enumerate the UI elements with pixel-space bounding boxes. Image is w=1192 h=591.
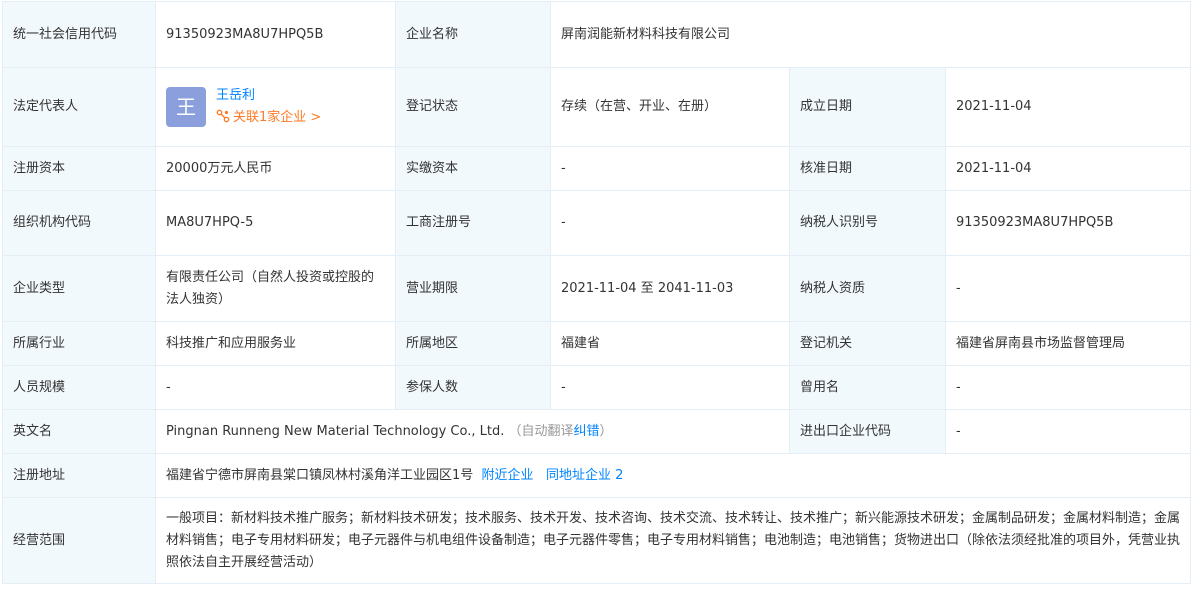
label-reg-status: 登记状态 [395,67,551,147]
value-business-scope: 一般项目：新材料技术推广服务；新材料技术研发；技术服务、技术开发、技术咨询、技术… [154,497,1192,584]
address-text: 福建省宁德市屏南县棠口镇凤林村溪角洋工业园区1号 [166,467,474,483]
row-capital: 注册资本 20000万元人民币 实缴资本 - 核准日期 2021-11-04 [2,146,1192,191]
value-org-code: MA8U7HPQ-5 [155,190,396,256]
label-found-date: 成立日期 [789,67,946,147]
value-biz-term: 2021-11-04 至 2041-11-03 [550,255,790,322]
label-paid-capital: 实缴资本 [395,146,551,191]
label-legal-rep: 法定代表人 [2,67,156,147]
value-company-type: 有限责任公司（自然人投资或控股的法人独资） [155,255,396,322]
value-industry: 科技推广和应用服务业 [155,321,396,366]
value-import-export-code: - [944,409,1192,454]
value-taxpayer-id: 91350923MA8U7HPQ5B [944,190,1192,256]
value-former-name: - [944,365,1192,410]
value-english-name: Pingnan Runneng New Material Technology … [155,409,790,454]
avatar[interactable]: 王 [166,87,206,127]
value-region: 福建省 [550,321,790,366]
label-taxpayer-qual: 纳税人资质 [789,255,946,322]
value-biz-reg-no: - [550,190,790,256]
value-paid-capital: - [550,146,790,191]
label-former-name: 曾用名 [789,365,946,410]
related-companies-label: 关联1家企业 > [233,110,322,125]
value-insured-count: - [550,365,790,410]
value-found-date: 2021-11-04 [944,67,1192,147]
value-approve-date: 2021-11-04 [944,146,1192,191]
label-reg-address: 注册地址 [2,453,156,498]
label-business-scope: 经营范围 [2,497,156,584]
row-business-scope: 经营范围 一般项目：新材料技术推广服务；新材料技术研发；技术服务、技术开发、技术… [2,497,1192,584]
label-industry: 所属行业 [2,321,156,366]
row-org-code: 组织机构代码 MA8U7HPQ-5 工商注册号 - 纳税人识别号 9135092… [2,190,1192,256]
value-reg-address: 福建省宁德市屏南县棠口镇凤林村溪角洋工业园区1号 附近企业 同地址企业 2 [154,453,1192,498]
label-company-type: 企业类型 [2,255,156,322]
correction-link[interactable]: 纠错 [574,424,600,439]
related-companies-link[interactable]: 关联1家企业 > [216,107,321,129]
company-info-table: 统一社会信用代码 91350923MA8U7HPQ5B 企业名称 屏南润能新材料… [2,1,1192,584]
label-company-name: 企业名称 [395,1,551,68]
value-staff-size: - [155,365,396,410]
label-biz-reg-no: 工商注册号 [395,190,551,256]
value-company-name: 屏南润能新材料科技有限公司 [549,1,1192,68]
label-reg-capital: 注册资本 [2,146,156,191]
same-address-companies-link[interactable]: 同地址企业 2 [546,468,623,483]
row-company-type: 企业类型 有限责任公司（自然人投资或控股的法人独资） 营业期限 2021-11-… [2,255,1192,322]
value-reg-capital: 20000万元人民币 [155,146,396,191]
label-insured-count: 参保人数 [395,365,551,410]
value-reg-status: 存续（在营、开业、在册） [550,67,790,147]
auto-translate-prefix: （自动翻译 [508,423,574,439]
value-taxpayer-qual: - [944,255,1192,322]
row-industry: 所属行业 科技推广和应用服务业 所属地区 福建省 登记机关 福建省屏南县市场监督… [2,321,1192,366]
row-address: 注册地址 福建省宁德市屏南县棠口镇凤林村溪角洋工业园区1号 附近企业 同地址企业… [2,453,1192,498]
label-org-code: 组织机构代码 [2,190,156,256]
value-credit-code: 91350923MA8U7HPQ5B [155,1,396,68]
legal-rep-name-link[interactable]: 王岳利 [216,85,321,107]
label-credit-code: 统一社会信用代码 [2,1,156,68]
english-name-text: Pingnan Runneng New Material Technology … [166,423,505,439]
value-legal-rep: 王 王岳利 关联1家企业 > [155,67,396,147]
label-reg-authority: 登记机关 [789,321,946,366]
row-staff: 人员规模 - 参保人数 - 曾用名 - [2,365,1192,410]
relation-icon [216,109,230,123]
row-credit-code: 统一社会信用代码 91350923MA8U7HPQ5B 企业名称 屏南润能新材料… [2,1,1192,68]
row-legal-rep: 法定代表人 王 王岳利 关联1家企业 > 登记状态 存续（在营、开业、在册） 成… [2,67,1192,147]
nearby-companies-link[interactable]: 附近企业 [482,468,534,483]
label-staff-size: 人员规模 [2,365,156,410]
label-english-name: 英文名 [2,409,156,454]
label-import-export-code: 进出口企业代码 [789,409,946,454]
label-approve-date: 核准日期 [789,146,946,191]
value-reg-authority: 福建省屏南县市场监督管理局 [944,321,1192,366]
label-region: 所属地区 [395,321,551,366]
label-biz-term: 营业期限 [395,255,551,322]
auto-translate-suffix: ） [599,423,613,439]
row-english-name: 英文名 Pingnan Runneng New Material Technol… [2,409,1192,454]
label-taxpayer-id: 纳税人识别号 [789,190,946,256]
